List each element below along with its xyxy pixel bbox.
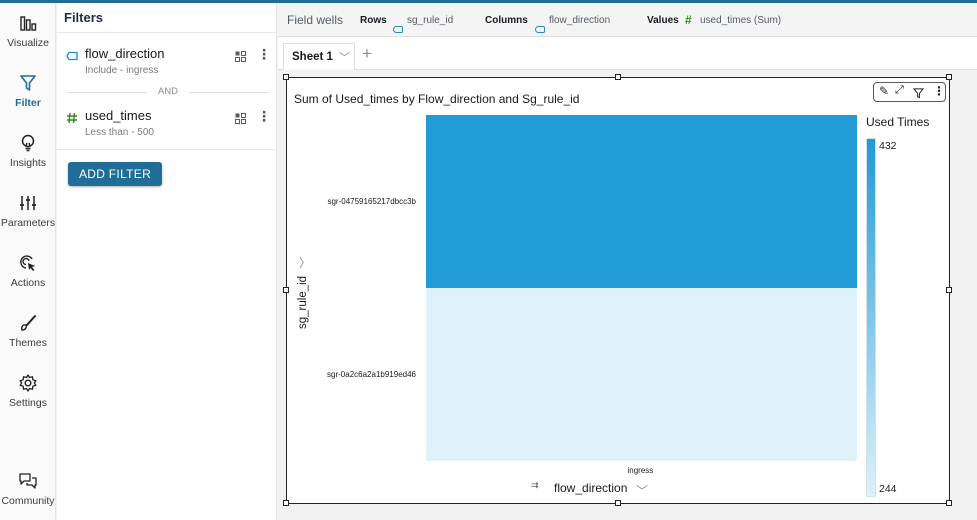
visual-toolbar: ✎ ⤢ ⋮ <box>873 82 946 102</box>
tab-label: Sheet 1 <box>292 51 333 63</box>
filter-description: Less than - 500 <box>85 127 154 138</box>
columns-label: Columns <box>485 15 528 26</box>
filter-field-name: used_times <box>85 108 152 123</box>
rail-item-label: Visualize <box>7 37 49 49</box>
legend-min-label: 244 <box>879 483 897 495</box>
chat-bubbles-icon <box>0 471 56 493</box>
resize-handle[interactable] <box>615 74 621 80</box>
filters-title: Filters <box>57 3 276 33</box>
y-tick-label: sgr-04759165217dbcc3b <box>327 196 416 206</box>
x-axis-chevron-icon[interactable]: ﹀ <box>636 482 648 499</box>
measure-icon <box>66 111 78 124</box>
field-wells-bar[interactable]: Field wells Rows sg_rule_id Columns flow… <box>278 3 977 37</box>
rail-item-settings[interactable]: Settings <box>0 373 56 409</box>
rail-item-label: Actions <box>10 277 46 289</box>
more-options-icon[interactable]: ⋮ <box>257 46 271 63</box>
columns-value[interactable]: flow_direction <box>549 15 610 26</box>
and-separator: AND <box>67 86 269 98</box>
rail-item-insights[interactable]: Insights <box>0 133 56 169</box>
rail-item-visualize[interactable]: Visualize <box>0 13 56 49</box>
legend-gradient-bar <box>866 138 876 497</box>
resize-handle[interactable] <box>283 500 289 506</box>
rail-item-parameters[interactable]: Parameters <box>0 193 56 229</box>
rail-item-label: Settings <box>9 397 47 409</box>
x-axis-title: flow_direction <box>554 481 628 495</box>
add-filter-button[interactable]: ADD FILTER <box>68 162 162 186</box>
resize-handle[interactable] <box>946 74 952 80</box>
rail-item-actions[interactable]: Actions <box>0 253 56 289</box>
sliders-icon <box>0 193 56 215</box>
resize-handle[interactable] <box>283 287 289 293</box>
rail-item-themes[interactable]: Themes <box>0 313 56 349</box>
filter-item-flow-direction[interactable]: flow_direction Include - ingress ⋮ <box>57 44 277 84</box>
rail-item-label: Community <box>1 495 55 507</box>
edit-icon[interactable]: ✎ <box>879 84 889 98</box>
heatmap-cell[interactable] <box>426 288 857 461</box>
rows-value[interactable]: sg_rule_id <box>407 15 453 26</box>
filter-icon[interactable] <box>912 84 925 102</box>
rail-item-label: Filter <box>15 97 41 109</box>
sheet-tabs: Sheet 1 ﹀ + <box>278 37 977 70</box>
heatmap-visual[interactable]: Sum of Used_times by Flow_direction and … <box>283 74 952 506</box>
expand-icon[interactable]: ⤢ <box>895 84 904 97</box>
values-label: Values <box>647 15 679 26</box>
resize-handle[interactable] <box>283 74 289 80</box>
sort-icon[interactable]: ⇉ <box>531 480 539 491</box>
left-nav-rail: Visualize Filter Insights Parameters Act… <box>0 3 56 520</box>
grid-view-icon[interactable] <box>235 111 246 124</box>
legend-title: Used Times <box>866 115 930 129</box>
add-sheet-icon[interactable]: + <box>362 44 372 64</box>
legend-max-label: 432 <box>879 140 897 152</box>
rail-item-community[interactable]: Community <box>0 471 56 507</box>
rail-item-label: Parameters <box>0 217 56 229</box>
chevron-down-icon[interactable]: ﹀ <box>339 49 350 65</box>
resize-handle[interactable] <box>946 287 952 293</box>
grid-view-icon[interactable] <box>235 49 246 62</box>
field-wells-title: Field wells <box>287 13 344 27</box>
lightbulb-icon <box>0 133 56 155</box>
dimension-icon <box>66 49 78 61</box>
y-tick-label: sgr-0a2c6a2a1b919ed46 <box>327 369 416 379</box>
brush-icon <box>0 313 56 335</box>
heatmap-cell[interactable] <box>426 115 857 288</box>
visual-title: Sum of Used_times by Flow_direction and … <box>294 92 580 106</box>
resize-handle[interactable] <box>615 500 621 506</box>
divider <box>57 149 277 150</box>
filters-panel: Filters flow_direction Include - ingress… <box>57 3 277 520</box>
filter-item-used-times[interactable]: used_times Less than - 500 ⋮ <box>57 106 277 146</box>
rail-item-label: Insights <box>9 157 47 169</box>
more-icon[interactable]: ⋮ <box>933 84 945 98</box>
rail-item-label: Themes <box>9 337 47 349</box>
y-axis-title: sg_rule_id <box>297 275 309 329</box>
gear-icon <box>0 373 56 395</box>
measure-icon: # <box>685 13 692 27</box>
tab-sheet-1[interactable]: Sheet 1 ﹀ <box>283 43 355 70</box>
bar-chart-icon <box>0 13 56 35</box>
rows-label: Rows <box>360 15 387 26</box>
filter-icon <box>0 73 56 95</box>
rail-item-filter[interactable]: Filter <box>0 73 56 109</box>
values-value[interactable]: used_times (Sum) <box>700 15 781 26</box>
filter-description: Include - ingress <box>85 65 159 76</box>
more-options-icon[interactable]: ⋮ <box>257 108 271 125</box>
resize-handle[interactable] <box>946 500 952 506</box>
y-axis-chevron-icon[interactable]: ﹀ <box>297 256 314 268</box>
cursor-click-icon <box>0 253 56 275</box>
filter-field-name: flow_direction <box>85 46 165 61</box>
x-tick-label: ingress <box>627 466 654 475</box>
